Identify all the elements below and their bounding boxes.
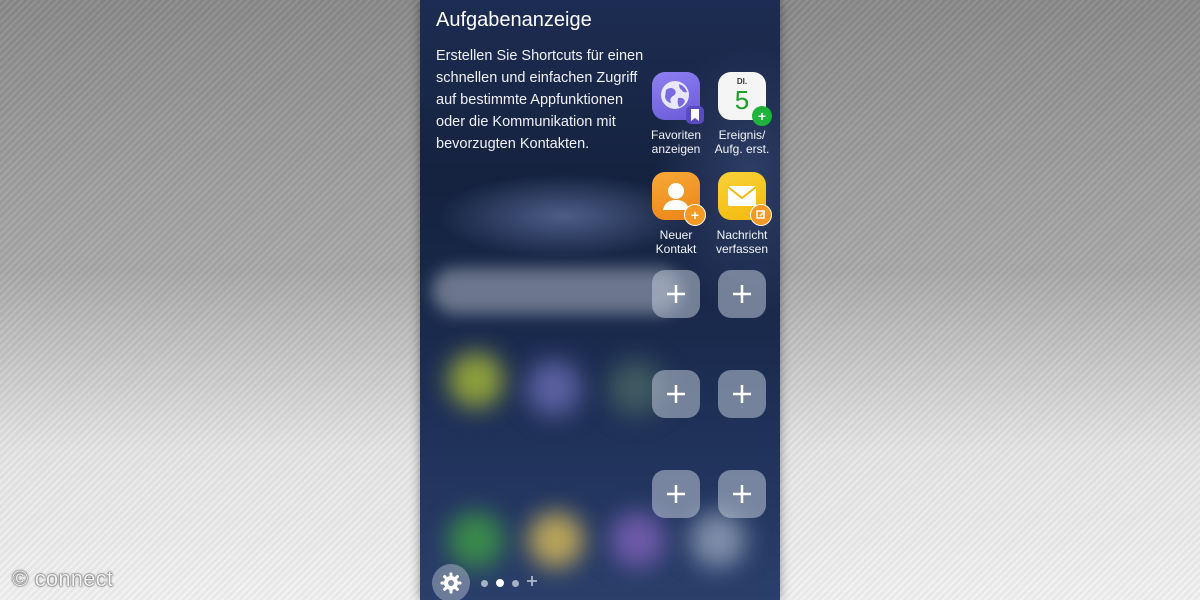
phone-screen: Aufgabenanzeige Erstellen Sie Shortcuts …	[420, 0, 780, 600]
add-page-icon[interactable]	[526, 575, 538, 587]
plus-icon	[733, 285, 751, 303]
bookmark-badge-icon	[686, 106, 704, 124]
contact-icon: +	[652, 172, 706, 226]
calendar-icon: DI. 5 +	[718, 72, 772, 126]
add-shortcut-button[interactable]	[652, 270, 700, 318]
shortcut-favoriten[interactable]: Favoriten anzeigen	[640, 72, 712, 156]
page-indicator-dot[interactable]	[481, 580, 488, 587]
shortcut-label: Ereignis/ Aufg. erst.	[714, 128, 770, 156]
settings-button[interactable]	[432, 564, 470, 600]
add-shortcut-button[interactable]	[652, 470, 700, 518]
shortcut-nachricht[interactable]: Nachricht verfassen	[706, 172, 778, 256]
watermark: © connect	[12, 566, 114, 591]
blurred-app-2	[526, 360, 582, 416]
page-indicator-dot[interactable]	[512, 580, 519, 587]
shortcut-label: Favoriten anzeigen	[650, 128, 702, 156]
message-icon	[718, 172, 772, 226]
plus-icon	[667, 485, 685, 503]
plus-icon	[733, 485, 751, 503]
shortcut-ereignis[interactable]: DI. 5 + Ereignis/ Aufg. erst.	[706, 72, 778, 156]
gear-icon	[440, 572, 462, 594]
blurred-search-bar	[432, 268, 682, 314]
shortcut-neuer-kontakt[interactable]: + Neuer Kontakt	[640, 172, 712, 256]
blurred-app-4	[448, 512, 504, 568]
blurred-app-1	[448, 352, 504, 408]
blurred-app-5	[528, 512, 584, 568]
globe-bookmark-icon	[652, 72, 704, 124]
page-indicator-dot-active[interactable]	[496, 579, 504, 587]
plus-icon	[667, 385, 685, 403]
panel-title: Aufgabenanzeige	[436, 9, 592, 31]
add-shortcut-button[interactable]	[718, 470, 766, 518]
add-badge-icon: +	[752, 106, 772, 126]
panel-description: Erstellen Sie Shortcuts für einen schnel…	[436, 48, 644, 152]
add-badge-icon: +	[684, 204, 706, 226]
add-shortcut-button[interactable]	[718, 370, 766, 418]
blurred-app-7	[690, 512, 746, 568]
add-shortcut-button[interactable]	[718, 270, 766, 318]
blurred-app-6	[610, 512, 666, 568]
shortcut-label: Nachricht verfassen	[715, 228, 769, 256]
plus-icon	[733, 385, 751, 403]
compose-badge-icon	[750, 204, 772, 226]
plus-icon	[667, 285, 685, 303]
shortcut-label: Neuer Kontakt	[655, 228, 697, 256]
add-shortcut-button[interactable]	[652, 370, 700, 418]
